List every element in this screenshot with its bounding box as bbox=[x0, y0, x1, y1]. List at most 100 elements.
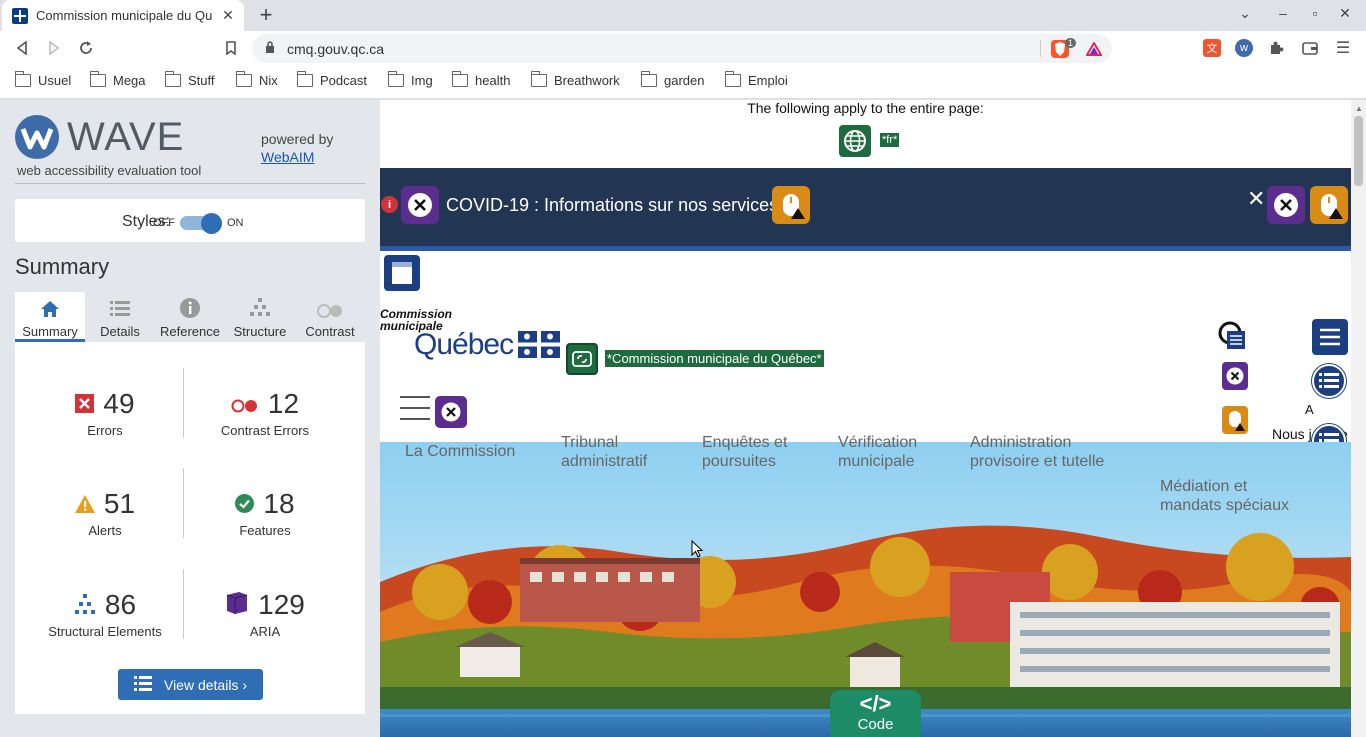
nav-verification-municipale[interactable]: Vérification municipale bbox=[838, 433, 948, 471]
stat-structural-elements[interactable]: 86 Structural Elements bbox=[20, 588, 190, 639]
code-button[interactable]: </> Code bbox=[830, 690, 921, 737]
nav-enquetes-poursuites[interactable]: Enquêtes et poursuites bbox=[702, 433, 812, 471]
mouse-alert-icon[interactable] bbox=[772, 186, 810, 224]
back-button[interactable] bbox=[11, 37, 33, 59]
aria-label-icon[interactable] bbox=[435, 396, 467, 428]
bookmark-folder[interactable]: garden bbox=[640, 71, 704, 88]
linked-image-icon[interactable] bbox=[566, 343, 598, 375]
alert-icon bbox=[74, 488, 95, 520]
bookmark-icon[interactable] bbox=[220, 37, 242, 59]
styles-on-label: ON bbox=[227, 217, 244, 229]
wave-brand: WAVE bbox=[67, 115, 185, 159]
nav-la-commission[interactable]: La Commission bbox=[405, 442, 515, 461]
bookmark-folder[interactable]: Breathwork bbox=[530, 71, 620, 88]
stat-aria[interactable]: 129 ARIA bbox=[180, 588, 350, 639]
error-icon bbox=[75, 388, 95, 420]
close-tab-icon[interactable]: ✕ bbox=[220, 7, 236, 24]
wave-sidebar: WAVE web accessibility evaluation tool p… bbox=[0, 100, 380, 737]
covid-banner: i COVID-19 : Informations sur nos servic… bbox=[380, 168, 1351, 246]
address-bar[interactable]: cmq.gouv.qc.ca 1 bbox=[252, 34, 1112, 63]
tab-reference[interactable]: Reference bbox=[155, 292, 225, 342]
wave-extension-icon[interactable]: w bbox=[1235, 39, 1253, 57]
bookmark-folder[interactable]: Emploi bbox=[724, 71, 788, 88]
mouse-alert-icon[interactable] bbox=[1222, 406, 1248, 434]
wave-header: WAVE web accessibility evaluation tool p… bbox=[15, 112, 365, 184]
code-icon: </> bbox=[859, 691, 892, 716]
close-banner-icon[interactable]: ✕ bbox=[1247, 186, 1265, 212]
stat-alerts[interactable]: 51 Alerts bbox=[20, 487, 190, 538]
search-structure-icon[interactable] bbox=[1218, 321, 1250, 353]
aria-label-icon[interactable] bbox=[1222, 362, 1248, 390]
navigation-list-icon[interactable] bbox=[1312, 319, 1348, 355]
restore-button[interactable]: ▫ bbox=[1304, 5, 1326, 21]
view-details-button[interactable]: View details › bbox=[118, 669, 263, 700]
tab-summary[interactable]: Summary bbox=[15, 292, 85, 342]
folder-icon bbox=[164, 71, 181, 87]
folder-icon bbox=[530, 71, 547, 87]
page-scrollbar[interactable]: ▲ bbox=[1351, 100, 1366, 737]
bookmark-folder[interactable]: Stuff bbox=[164, 71, 215, 88]
reload-button[interactable] bbox=[75, 37, 97, 59]
styles-toggle-box: Styles: OFF ON bbox=[15, 199, 365, 242]
stat-contrast-errors[interactable]: 12 Contrast Errors bbox=[180, 387, 350, 438]
browser-tab[interactable]: Commission municipale du Qu ✕ bbox=[2, 0, 244, 31]
page-content: The following apply to the entire page: … bbox=[380, 100, 1351, 737]
stat-errors[interactable]: 49 Errors bbox=[20, 387, 190, 438]
close-window-button[interactable]: ✕ bbox=[1334, 5, 1356, 22]
bookmark-folder[interactable]: Mega bbox=[89, 71, 146, 88]
shield-count-badge: 1 bbox=[1065, 38, 1077, 48]
scrollbar-thumb[interactable] bbox=[1354, 116, 1363, 186]
nav-mediation-mandats[interactable]: Médiation et mandats spéciaux bbox=[1160, 477, 1300, 515]
covid-banner-text[interactable]: COVID-19 : Informations sur nos services bbox=[446, 195, 778, 216]
divider bbox=[1040, 40, 1041, 57]
folder-icon bbox=[724, 71, 741, 87]
hamburger-menu-icon[interactable] bbox=[400, 396, 430, 420]
styles-off-label: OFF bbox=[153, 217, 175, 229]
blue-divider bbox=[380, 246, 1351, 251]
tab-search-icon[interactable]: ⌄ bbox=[1234, 5, 1256, 22]
contrast-error-icon bbox=[231, 388, 259, 420]
aria-label-icon[interactable] bbox=[1267, 186, 1305, 224]
nav-tribunal-administratif[interactable]: Tribunal administratif bbox=[561, 433, 671, 471]
list-icon bbox=[133, 675, 152, 694]
wallet-icon[interactable] bbox=[1301, 39, 1319, 57]
wave-logo-icon bbox=[15, 115, 59, 159]
mouse-alert-icon[interactable] bbox=[1310, 186, 1348, 224]
bookmark-folder[interactable]: Podcast bbox=[296, 71, 367, 88]
bookmark-folder[interactable]: Nix bbox=[235, 71, 278, 88]
scroll-up-icon[interactable]: ▲ bbox=[1355, 104, 1363, 113]
brave-rewards-icon[interactable] bbox=[1085, 40, 1103, 58]
folder-icon bbox=[296, 71, 313, 87]
structure-region-icon[interactable] bbox=[384, 255, 420, 291]
bookmark-folder[interactable]: health bbox=[451, 71, 510, 88]
info-error-icon[interactable]: i bbox=[381, 196, 398, 213]
translate-extension-icon[interactable]: 文 bbox=[1203, 39, 1221, 57]
stat-features[interactable]: 18 Features bbox=[180, 487, 350, 538]
menu-icon[interactable]: ☰ bbox=[1334, 39, 1352, 57]
unordered-list-icon[interactable] bbox=[1312, 364, 1346, 398]
new-tab-button[interactable]: + bbox=[255, 3, 277, 27]
nav-administration-provisoire[interactable]: Administration provisoire et tutelle bbox=[970, 433, 1115, 471]
tab-contrast[interactable]: Contrast bbox=[295, 292, 365, 342]
aria-label-icon[interactable] bbox=[401, 186, 439, 224]
tab-structure[interactable]: Structure bbox=[225, 292, 295, 342]
folder-icon bbox=[387, 71, 404, 87]
bookmarks-bar: Usuel Mega Stuff Nix Podcast Img health … bbox=[0, 65, 1366, 99]
logo-text-quebec: Québec bbox=[414, 328, 514, 361]
tab-details[interactable]: Details bbox=[85, 292, 155, 342]
tab-strip: Commission municipale du Qu ✕ + ⌄ – ▫ ✕ bbox=[0, 0, 1366, 31]
forward-button[interactable] bbox=[43, 37, 65, 59]
language-globe-icon[interactable] bbox=[839, 125, 871, 157]
mouse-cursor bbox=[691, 539, 704, 563]
summary-panel: 49 Errors 12 Contrast Errors 51 Alerts 1… bbox=[15, 342, 365, 714]
bookmark-folder[interactable]: Img bbox=[387, 71, 433, 88]
feature-check-icon bbox=[235, 488, 255, 520]
styles-toggle-knob[interactable] bbox=[201, 213, 222, 234]
minimize-button[interactable]: – bbox=[1272, 5, 1294, 21]
bookmark-folder[interactable]: Usuel bbox=[14, 71, 71, 88]
hierarchy-icon bbox=[225, 292, 295, 318]
extensions-puzzle-icon[interactable] bbox=[1267, 39, 1285, 57]
structure-icon bbox=[74, 589, 96, 621]
webaim-link[interactable]: WebAIM bbox=[261, 149, 314, 165]
contrast-icon bbox=[295, 292, 365, 318]
